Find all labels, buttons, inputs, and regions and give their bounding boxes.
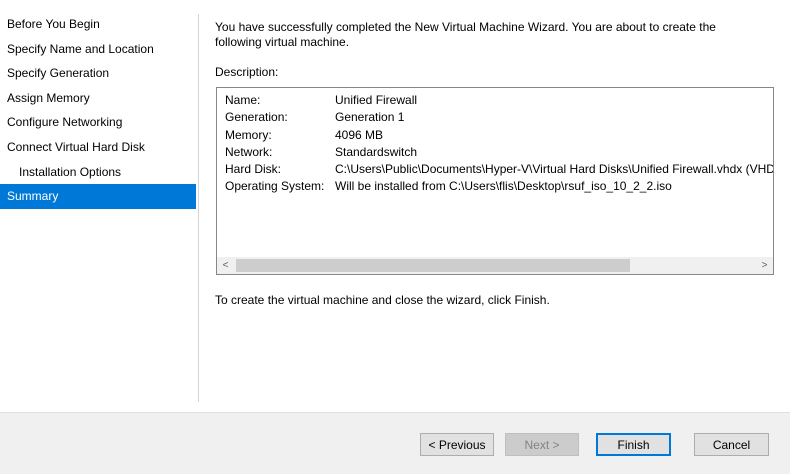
scroll-right-icon[interactable]: > — [756, 257, 773, 274]
scrollbar-thumb[interactable] — [236, 259, 630, 272]
nav-item-connect-virtual-hard-disk[interactable]: Connect Virtual Hard Disk — [0, 135, 196, 160]
nav-item-assign-memory[interactable]: Assign Memory — [0, 86, 196, 111]
panel-divider — [198, 14, 199, 402]
next-button[interactable]: Next > — [505, 433, 579, 456]
summary-key: Hard Disk: — [225, 162, 282, 177]
nav-item-installation-options[interactable]: Installation Options — [0, 160, 196, 185]
nav-item-before-you-begin[interactable]: Before You Begin — [0, 12, 196, 37]
description-label: Description: — [215, 65, 279, 79]
summary-key: Operating System: — [225, 179, 325, 194]
description-box[interactable]: Name: Unified Firewall Generation: Generat… — [216, 87, 774, 275]
summary-table: Name: Unified Firewall Generation: Generat… — [225, 92, 773, 196]
nav-item-summary[interactable]: Summary — [0, 184, 196, 209]
summary-value: Unified Firewall — [335, 93, 418, 107]
summary-row: Generation: Generation 1 — [225, 109, 773, 126]
scroll-left-icon[interactable]: < — [217, 257, 234, 274]
summary-key: Name: — [225, 93, 261, 107]
wizard-step-list: Before You Begin Specify Name and Locati… — [0, 12, 196, 209]
previous-button[interactable]: < Previous — [420, 433, 494, 456]
summary-value: 4096 MB — [335, 127, 384, 142]
nav-item-specify-generation[interactable]: Specify Generation — [0, 61, 196, 86]
summary-row: Name: Unified Firewall — [225, 92, 773, 109]
summary-value: Standardswitch — [335, 144, 418, 159]
summary-value: C:\Users\Public\Documents\Hyper-V\Virtua… — [335, 162, 774, 177]
nav-item-configure-networking[interactable]: Configure Networking — [0, 110, 196, 135]
summary-row: Memory: 4096 MB — [225, 127, 773, 144]
finish-instruction: To create the virtual machine and close … — [215, 293, 550, 307]
summary-value: Will be installed from C:\Users\flis\Des… — [335, 179, 672, 194]
summary-row: Hard Disk: C:\Users\Public\Documents\Hype… — [225, 161, 773, 178]
nav-item-specify-name-location[interactable]: Specify Name and Location — [0, 37, 196, 62]
summary-row: Operating System: Will be installed from … — [225, 178, 773, 195]
intro-text: You have successfully completed the New … — [215, 20, 716, 49]
summary-key: Memory: — [225, 127, 272, 142]
button-bar: < Previous Next > Finish Cancel — [0, 412, 790, 474]
finish-button[interactable]: Finish — [596, 433, 671, 456]
summary-value: Generation 1 — [335, 110, 405, 125]
summary-key: Generation: — [225, 110, 288, 125]
cancel-button[interactable]: Cancel — [694, 433, 769, 456]
summary-intro-block: You have successfully completed the New … — [215, 20, 775, 50]
horizontal-scrollbar[interactable]: < > — [217, 257, 773, 274]
summary-row: Network: Standardswitch — [225, 144, 773, 161]
summary-key: Network: — [225, 144, 273, 159]
